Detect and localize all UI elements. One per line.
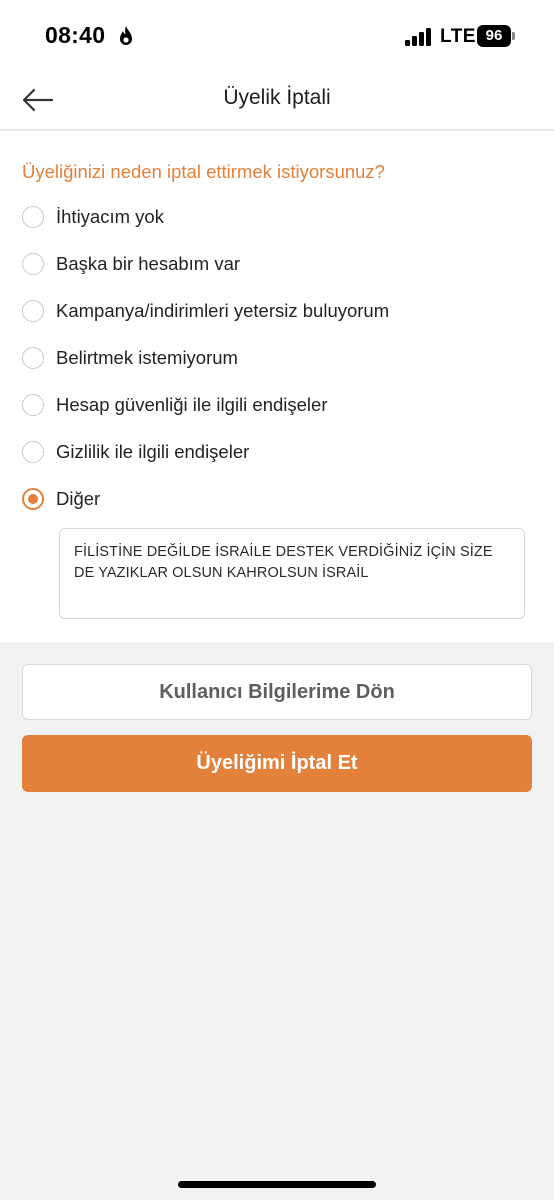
radio-button[interactable] <box>22 206 44 228</box>
form-question: Üyeliğinizi neden iptal ettirmek istiyor… <box>22 161 385 182</box>
status-bar: 08:40 LTE 96 <box>0 0 554 72</box>
network-type: LTE <box>440 26 476 47</box>
radio-button[interactable] <box>22 253 44 275</box>
cancellation-form: Üyeliğinizi neden iptal ettirmek istiyor… <box>0 131 554 642</box>
option-campaigns-insufficient[interactable]: Kampanya/indirimleri yetersiz buluyorum <box>22 296 522 326</box>
radio-button-selected[interactable] <box>22 488 44 510</box>
option-other-account[interactable]: Başka bir hesabım var <box>22 249 522 279</box>
other-reason-textarea[interactable]: FİLİSTİNE DEĞİLDE İSRAİLE DESTEK VERDİĞİ… <box>59 528 525 619</box>
battery-level: 96 <box>477 25 511 47</box>
signal-bars-icon <box>405 28 431 46</box>
option-privacy[interactable]: Gizlilik ile ilgili endişeler <box>22 437 522 467</box>
flame-icon <box>120 26 132 45</box>
status-time: 08:40 <box>45 22 106 48</box>
page-title: Üyelik İptali <box>223 86 331 109</box>
option-label: Başka bir hesabım var <box>56 253 241 274</box>
option-no-need[interactable]: İhtiyacım yok <box>22 202 522 232</box>
battery-icon: 96 <box>477 25 515 47</box>
option-label: Belirtmek istemiyorum <box>56 347 238 368</box>
option-label: Kampanya/indirimleri yetersiz buluyorum <box>56 300 390 321</box>
nav-bar: Üyelik İptali <box>0 72 554 130</box>
option-label: Gizlilik ile ilgili endişeler <box>56 441 250 462</box>
option-account-security[interactable]: Hesap güvenliği ile ilgili endişeler <box>22 390 522 420</box>
radio-button[interactable] <box>22 300 44 322</box>
cancel-membership-button[interactable]: Üyeliğimi İptal Et <box>22 735 532 792</box>
option-label: Hesap güvenliği ile ilgili endişeler <box>56 394 328 415</box>
back-to-profile-button[interactable]: Kullanıcı Bilgilerime Dön <box>22 664 532 720</box>
battery-tip <box>512 32 515 40</box>
screen: 08:40 LTE 96 Üyelik İptali Üyeliğinizi n… <box>0 0 554 1200</box>
option-label: Diğer <box>56 488 101 509</box>
radio-button[interactable] <box>22 394 44 416</box>
radio-button[interactable] <box>22 347 44 369</box>
option-label: İhtiyacım yok <box>56 206 164 227</box>
option-other[interactable]: Diğer <box>22 484 522 514</box>
radio-button[interactable] <box>22 441 44 463</box>
home-indicator <box>178 1181 376 1188</box>
option-prefer-not-to-say[interactable]: Belirtmek istemiyorum <box>22 343 522 373</box>
